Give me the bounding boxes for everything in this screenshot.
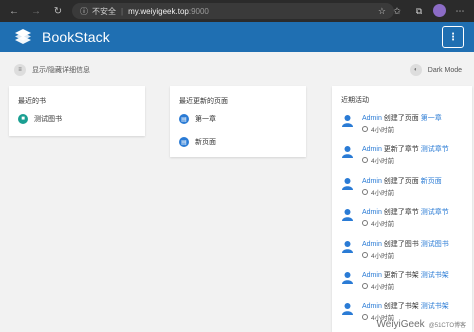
activity-user[interactable]: Admin — [362, 303, 382, 310]
activity-entity[interactable]: 新页面 — [421, 178, 442, 185]
url-port: :9000 — [188, 6, 209, 16]
menu-button[interactable]: ⋮ — [442, 26, 464, 48]
activity-time: 4小时前 — [371, 158, 395, 165]
activity-time: 4小时前 — [371, 190, 395, 197]
user-avatar-icon — [342, 272, 353, 284]
user-avatar-icon — [342, 146, 353, 158]
activity-item: Admin 创建了章节 测试章节 4小时前 — [341, 206, 469, 236]
activity-user[interactable]: Admin — [362, 272, 382, 279]
activity-item: Admin 创建了图书 测试图书 4小时前 — [341, 238, 469, 268]
dark-mode-label: Dark Mode — [427, 66, 462, 74]
star-icon[interactable]: ☆ — [378, 6, 386, 17]
watermark-brand: WeiyiGeek — [376, 319, 425, 330]
user-avatar-icon — [342, 178, 353, 190]
clock-icon — [362, 126, 368, 132]
watermark-sub: @51CTO博客 — [428, 323, 466, 329]
app-header: BookStack ⋮ — [0, 22, 474, 52]
page-item[interactable]: ▤ 第一章 — [179, 114, 216, 124]
clock-icon — [362, 220, 368, 226]
clock-icon — [362, 283, 368, 289]
activity-action: 更新了章节 — [383, 146, 419, 153]
clock-icon — [362, 157, 368, 163]
page-toolbar: ≡ 显示/隐藏详细信息 ◐ Dark Mode — [0, 60, 474, 80]
clock-icon — [362, 314, 368, 320]
separator: | — [121, 6, 124, 16]
activity-item: Admin 创建了页面 新页面 4小时前 — [341, 175, 469, 205]
page-icon: ▤ — [179, 114, 189, 124]
activity-user[interactable]: Admin — [362, 178, 382, 185]
user-avatar-icon — [342, 209, 353, 221]
activity-item: Admin 创建了页面 第一章 4小时前 — [341, 112, 469, 142]
collections-icon[interactable]: ⧉ — [411, 3, 427, 19]
activity-time: 4小时前 — [371, 221, 395, 228]
dark-mode-button[interactable]: ◐ Dark Mode — [409, 64, 462, 76]
arrow-right-icon[interactable]: → — [28, 3, 44, 19]
activity-entity[interactable]: 测试书架 — [421, 272, 449, 279]
activity-user[interactable]: Admin — [362, 115, 382, 122]
user-avatar-icon — [342, 115, 353, 127]
book-icon: ■ — [18, 114, 28, 124]
activity-time: 4小时前 — [371, 284, 395, 291]
book-item-label: 测试图书 — [34, 116, 62, 123]
more-icon[interactable]: ⋯ — [452, 3, 468, 19]
app-title[interactable]: BookStack — [42, 29, 110, 45]
browser-toolbar: ← → ↻ ⓘ 不安全 | my.weiyigeek.top:9000 ☆ ✩ … — [0, 0, 474, 22]
activity-entity[interactable]: 测试章节 — [421, 146, 449, 153]
watermark: WeiyiGeek @51CTO博客 — [377, 319, 467, 330]
book-item[interactable]: ■ 测试图书 — [18, 114, 62, 124]
browser-actions: ✩ ⧉ ⋯ — [389, 3, 468, 19]
security-label: 不安全 — [92, 6, 116, 16]
activity-item: Admin 更新了书架 测试书架 4小时前 — [341, 269, 469, 299]
clock-icon — [362, 189, 368, 195]
reload-icon[interactable]: ↻ — [50, 3, 66, 19]
recent-books-card: 最近的书 ■ 测试图书 — [9, 86, 145, 136]
activity-entity[interactable]: 测试章节 — [421, 209, 449, 216]
activity-time: 4小时前 — [371, 253, 395, 260]
dark-mode-icon: ◐ — [409, 64, 422, 76]
user-avatar-icon — [342, 241, 353, 253]
recent-activity-card: 近期活动 Admin 创建了页面 第一章 4小时前 Admin 更新了章节 测试… — [332, 86, 472, 332]
warning-icon: ⓘ — [80, 6, 88, 16]
page-item[interactable]: ▤ 新页面 — [179, 137, 216, 147]
activity-time: 4小时前 — [371, 127, 395, 134]
profile-avatar[interactable] — [433, 4, 446, 17]
activity-action: 创建了章节 — [383, 209, 419, 216]
url-host: my.weiyigeek.top — [128, 6, 189, 16]
user-avatar-icon — [342, 303, 353, 315]
activity-user[interactable]: Admin — [362, 209, 382, 216]
activity-action: 创建了图书 — [383, 241, 419, 248]
expand-collapse-icon: ≡ — [14, 64, 26, 76]
page-icon: ▤ — [179, 137, 189, 147]
activity-item: Admin 更新了章节 测试章节 4小时前 — [341, 143, 469, 173]
clock-icon — [362, 252, 368, 258]
activity-action: 更新了书架 — [383, 272, 419, 279]
recent-pages-card: 最近更新的页面 ▤ 第一章 ▤ 新页面 — [170, 86, 306, 157]
activity-action: 创建了书架 — [383, 303, 419, 310]
address-bar[interactable]: ⓘ 不安全 | my.weiyigeek.top:9000 ☆ — [72, 3, 394, 19]
activity-action: 创建了页面 — [383, 115, 419, 122]
toggle-details-label: 显示/隐藏详细信息 — [32, 67, 90, 74]
activity-entity[interactable]: 测试图书 — [421, 241, 449, 248]
activity-entity[interactable]: 测试书架 — [421, 303, 449, 310]
activity-entity[interactable]: 第一章 — [421, 115, 442, 122]
toggle-details-button[interactable]: ≡ 显示/隐藏详细信息 — [14, 64, 90, 76]
arrow-left-icon[interactable]: ← — [6, 3, 22, 19]
recent-activity-title: 近期活动 — [341, 97, 369, 104]
activity-user[interactable]: Admin — [362, 241, 382, 248]
recent-pages-title: 最近更新的页面 — [179, 98, 228, 105]
favorites-icon[interactable]: ✩ — [389, 3, 405, 19]
activity-action: 创建了页面 — [383, 178, 419, 185]
recent-books-title: 最近的书 — [18, 98, 46, 105]
page-item-label: 新页面 — [195, 139, 216, 146]
page-item-label: 第一章 — [195, 116, 216, 123]
activity-user[interactable]: Admin — [362, 146, 382, 153]
bookstack-logo[interactable] — [13, 28, 33, 46]
